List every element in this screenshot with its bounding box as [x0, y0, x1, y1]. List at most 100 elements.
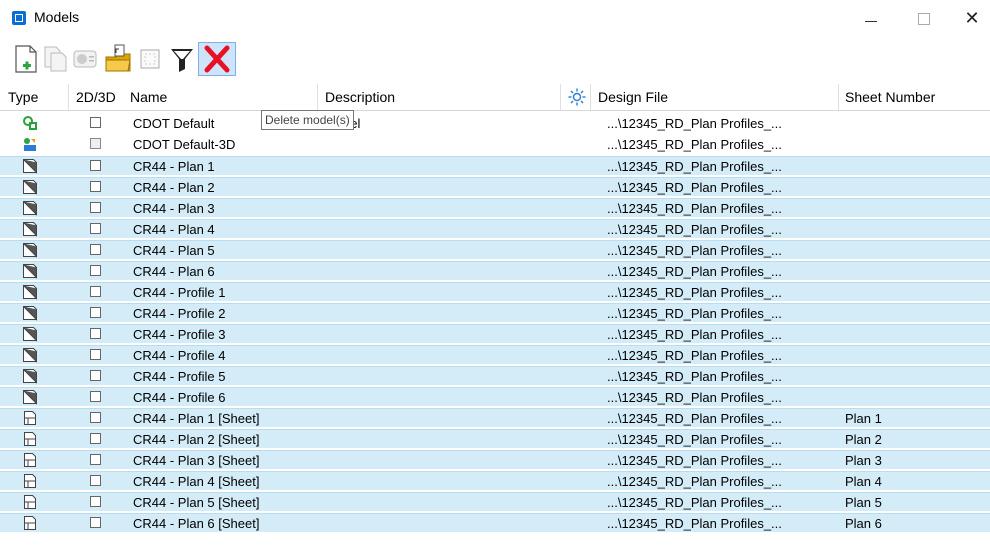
filter-button[interactable]	[166, 43, 198, 75]
design-file: ...\12345_RD_Plan Profiles_...	[607, 495, 782, 510]
model-name: CR44 - Plan 2 [Sheet]	[133, 432, 260, 447]
table-row[interactable]: CR44 - Plan 5 [Sheet] ...\12345_RD_Plan P…	[0, 492, 990, 511]
dim-checkbox[interactable]	[90, 138, 101, 149]
drawing-model-icon	[22, 179, 38, 195]
sheet-number: Plan 4	[845, 474, 882, 489]
properties-icon	[73, 50, 97, 68]
col-separator	[68, 84, 69, 110]
model-name: CR44 - Plan 1	[133, 159, 215, 174]
table-row[interactable]: CR44 - Profile 4 ...\12345_RD_Plan Profil…	[0, 345, 990, 364]
dim-checkbox[interactable]	[90, 454, 101, 465]
drawing-model-icon	[22, 221, 38, 237]
col-sheet-number[interactable]: Sheet Number	[845, 89, 935, 105]
sheet-number: Plan 5	[845, 495, 882, 510]
dim-checkbox[interactable]	[90, 160, 101, 171]
sun-icon[interactable]	[568, 88, 586, 109]
drawing-model-icon	[22, 242, 38, 258]
dim-checkbox[interactable]	[90, 117, 101, 128]
model-name: CR44 - Profile 2	[133, 306, 226, 321]
design-file: ...\12345_RD_Plan Profiles_...	[607, 306, 782, 321]
import-model-button[interactable]	[102, 43, 134, 75]
model-name: CR44 - Profile 1	[133, 285, 226, 300]
column-header: Type 2D/3D Name Description Design File …	[0, 84, 990, 111]
dim-checkbox[interactable]	[90, 475, 101, 486]
design-file: ...\12345_RD_Plan Profiles_...	[607, 369, 782, 384]
model-name: CR44 - Plan 5	[133, 243, 215, 258]
sheet-model-icon	[22, 494, 38, 510]
dim-checkbox[interactable]	[90, 496, 101, 507]
table-row[interactable]: CR44 - Plan 4 ...\12345_RD_Plan Profiles_…	[0, 219, 990, 238]
drawing-model-icon	[22, 347, 38, 363]
models-window-icon	[12, 11, 26, 25]
col-name[interactable]: Name	[130, 89, 167, 105]
drawing-model-icon	[22, 200, 38, 216]
design-file: ...\12345_RD_Plan Profiles_...	[607, 348, 782, 363]
dim-checkbox[interactable]	[90, 412, 101, 423]
dim-checkbox[interactable]	[90, 223, 101, 234]
dim-checkbox[interactable]	[90, 370, 101, 381]
table-row[interactable]: CDOT Default-3D ...\12345_RD_Plan Profile…	[0, 135, 990, 154]
dim-checkbox[interactable]	[90, 202, 101, 213]
copy-model-button[interactable]	[40, 43, 72, 75]
model-name: CDOT Default-3D	[133, 137, 236, 152]
model-name: CR44 - Plan 2	[133, 180, 215, 195]
table-row[interactable]: CR44 - Plan 3 ...\12345_RD_Plan Profiles_…	[0, 198, 990, 217]
design-2d-model-icon	[22, 115, 38, 131]
table-row[interactable]: CR44 - Plan 6 [Sheet] ...\12345_RD_Plan P…	[0, 513, 990, 532]
select-button[interactable]	[134, 43, 166, 75]
dim-checkbox[interactable]	[90, 517, 101, 528]
close-button[interactable]: ✕	[954, 6, 990, 30]
dim-checkbox[interactable]	[90, 328, 101, 339]
table-row[interactable]: CDOT DefaultModel...\12345_RD_Plan Profi…	[0, 114, 990, 133]
table-row[interactable]: CR44 - Plan 2 ...\12345_RD_Plan Profiles_…	[0, 177, 990, 196]
dim-checkbox[interactable]	[90, 286, 101, 297]
create-model-button[interactable]	[10, 43, 42, 75]
col-description[interactable]: Description	[325, 89, 395, 105]
table-row[interactable]: CR44 - Profile 3 ...\12345_RD_Plan Profil…	[0, 324, 990, 343]
dim-checkbox[interactable]	[90, 265, 101, 276]
toolbar	[0, 40, 990, 80]
model-name: CR44 - Plan 4	[133, 222, 215, 237]
delete-model-button[interactable]	[198, 42, 236, 76]
col-dim[interactable]: 2D/3D	[76, 89, 116, 105]
sheet-number: Plan 1	[845, 411, 882, 426]
filter-icon	[171, 49, 193, 72]
table-row[interactable]: CR44 - Profile 5 ...\12345_RD_Plan Profil…	[0, 366, 990, 385]
title-bar: Models ✕	[0, 0, 990, 36]
table-row[interactable]: CR44 - Profile 1 ...\12345_RD_Plan Profil…	[0, 282, 990, 301]
col-design-file[interactable]: Design File	[598, 89, 668, 105]
drawing-model-icon	[22, 326, 38, 342]
table-row[interactable]: CR44 - Plan 1 [Sheet] ...\12345_RD_Plan P…	[0, 408, 990, 427]
sheet-model-icon	[22, 410, 38, 426]
model-properties-button[interactable]	[70, 43, 102, 75]
dim-checkbox[interactable]	[90, 349, 101, 360]
sheet-number: Plan 6	[845, 516, 882, 531]
sheet-number: Plan 2	[845, 432, 882, 447]
table-row[interactable]: CR44 - Plan 2 [Sheet] ...\12345_RD_Plan P…	[0, 429, 990, 448]
sheet-number: Plan 3	[845, 453, 882, 468]
minimize-button[interactable]	[852, 6, 888, 30]
drawing-model-icon	[22, 305, 38, 321]
table-row[interactable]: CR44 - Profile 2 ...\12345_RD_Plan Profil…	[0, 303, 990, 322]
dim-checkbox[interactable]	[90, 391, 101, 402]
table-row[interactable]: CR44 - Profile 6 ...\12345_RD_Plan Profil…	[0, 387, 990, 406]
drawing-model-icon	[22, 284, 38, 300]
dim-checkbox[interactable]	[90, 433, 101, 444]
col-type[interactable]: Type	[8, 89, 38, 105]
table-row[interactable]: CR44 - Plan 3 [Sheet] ...\12345_RD_Plan P…	[0, 450, 990, 469]
col-separator	[838, 84, 839, 110]
design-file: ...\12345_RD_Plan Profiles_...	[607, 180, 782, 195]
drawing-model-icon	[22, 263, 38, 279]
dim-checkbox[interactable]	[90, 307, 101, 318]
table-row[interactable]: CR44 - Plan 1 ...\12345_RD_Plan Profiles_…	[0, 156, 990, 175]
dim-checkbox[interactable]	[90, 244, 101, 255]
dim-checkbox[interactable]	[90, 181, 101, 192]
model-name: CR44 - Plan 3 [Sheet]	[133, 453, 260, 468]
table-row[interactable]: CR44 - Plan 6 ...\12345_RD_Plan Profiles_…	[0, 261, 990, 280]
drawing-model-icon	[22, 158, 38, 174]
table-row[interactable]: CR44 - Plan 4 [Sheet] ...\12345_RD_Plan P…	[0, 471, 990, 490]
maximize-button[interactable]	[904, 6, 940, 30]
table-row[interactable]: CR44 - Plan 5 ...\12345_RD_Plan Profiles_…	[0, 240, 990, 259]
model-name: CR44 - Plan 5 [Sheet]	[133, 495, 260, 510]
design-file: ...\12345_RD_Plan Profiles_...	[607, 222, 782, 237]
